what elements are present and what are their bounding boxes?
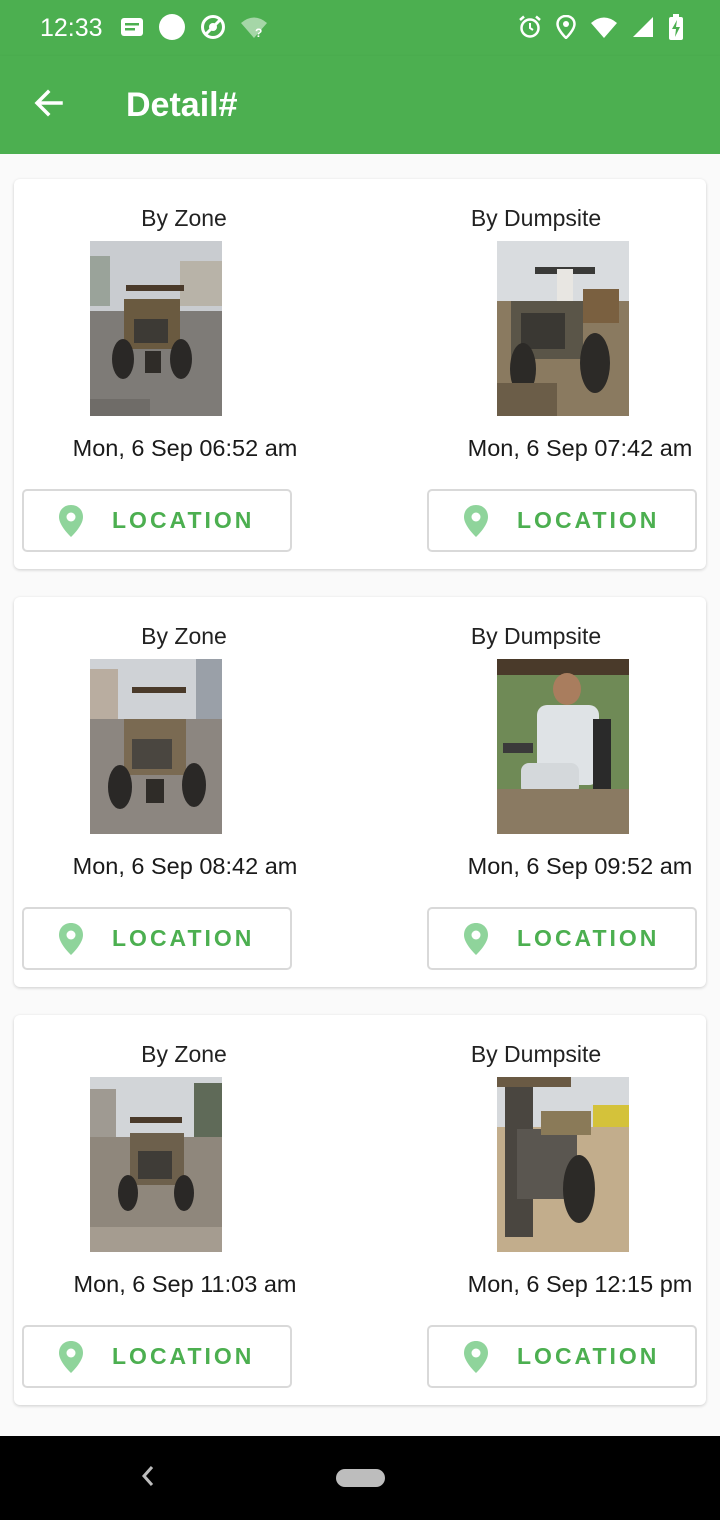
dumpsite-time: Mon, 6 Sep 12:15 pm [467, 1271, 693, 1297]
status-left-icons: ? [120, 13, 268, 46]
circle-icon [158, 13, 186, 46]
zone-time: Mon, 6 Sep 06:52 am [72, 435, 298, 461]
zone-location-button[interactable]: LOCATION [22, 907, 292, 970]
location-button-label: LOCATION [517, 925, 660, 951]
zone-time: Mon, 6 Sep 08:42 am [72, 853, 298, 879]
dumpsite-time: Mon, 6 Sep 07:42 am [467, 435, 693, 461]
location-icon [556, 14, 576, 44]
wifi-icon [590, 16, 618, 43]
record-card: By Zone Mon, 6 Sep 11:03 am LOCATION By … [14, 1015, 706, 1405]
zone-location-button[interactable]: LOCATION [22, 489, 292, 552]
zone-entry: By Zone Mon, 6 Sep 06:52 am LOCATION [14, 179, 354, 569]
map-pin-icon [463, 504, 491, 538]
sync-icon [200, 14, 226, 45]
dumpsite-photo[interactable] [497, 241, 629, 416]
map-pin-icon [58, 922, 86, 956]
battery-charging-icon [668, 13, 684, 45]
notification-icon [120, 16, 144, 43]
record-card: By Zone Mon, 6 Sep 08:42 am LOCATION By … [14, 597, 706, 987]
app-bar: Detail# [0, 56, 720, 154]
dumpsite-location-button[interactable]: LOCATION [427, 489, 697, 552]
zone-photo[interactable] [90, 241, 222, 416]
dumpsite-entry: By Dumpsite Mon, 6 Sep 07:42 am LOCATION [366, 179, 706, 569]
zone-photo[interactable] [90, 659, 222, 834]
map-pin-icon [58, 1340, 86, 1374]
status-time: 12:33 [40, 14, 103, 42]
location-button-label: LOCATION [112, 1343, 255, 1369]
signal-icon [632, 16, 654, 43]
zone-label: By Zone [141, 205, 227, 231]
dumpsite-label: By Dumpsite [470, 623, 602, 649]
record-card: By Zone Mon, 6 Sep 06:52 am LOCATION By … [14, 179, 706, 569]
zone-entry: By Zone Mon, 6 Sep 11:03 am LOCATION [14, 1015, 354, 1405]
zone-label: By Zone [141, 623, 227, 649]
location-button-label: LOCATION [112, 925, 255, 951]
record-list[interactable]: By Zone Mon, 6 Sep 06:52 am LOCATION By … [0, 154, 720, 1436]
zone-time: Mon, 6 Sep 11:03 am [73, 1271, 297, 1297]
wifi-question-icon: ? [240, 15, 268, 44]
dumpsite-photo[interactable] [497, 1077, 629, 1252]
status-bar: 12:33 ? [0, 0, 720, 56]
page-title: Detail# [126, 86, 238, 124]
dumpsite-time: Mon, 6 Sep 09:52 am [467, 853, 693, 879]
dumpsite-label: By Dumpsite [470, 1041, 602, 1067]
map-pin-icon [463, 1340, 491, 1374]
nav-home-button[interactable] [336, 1469, 385, 1487]
location-button-label: LOCATION [112, 507, 255, 533]
svg-text:?: ? [255, 26, 262, 39]
map-pin-icon [463, 922, 491, 956]
dumpsite-location-button[interactable]: LOCATION [427, 1325, 697, 1388]
chevron-left-icon [140, 1465, 156, 1492]
location-button-label: LOCATION [517, 1343, 660, 1369]
map-pin-icon [58, 504, 86, 538]
zone-label: By Zone [141, 1041, 227, 1067]
zone-photo[interactable] [90, 1077, 222, 1252]
navigation-bar [0, 1436, 720, 1520]
dumpsite-entry: By Dumpsite Mon, 6 Sep 12:15 pm LOCATION [366, 1015, 706, 1405]
dumpsite-photo[interactable] [497, 659, 629, 834]
back-button[interactable] [28, 84, 70, 126]
dumpsite-location-button[interactable]: LOCATION [427, 907, 697, 970]
arrow-back-icon [33, 87, 65, 124]
status-right-icons [518, 13, 684, 45]
zone-entry: By Zone Mon, 6 Sep 08:42 am LOCATION [14, 597, 354, 987]
zone-location-button[interactable]: LOCATION [22, 1325, 292, 1388]
location-button-label: LOCATION [517, 507, 660, 533]
dumpsite-label: By Dumpsite [470, 205, 602, 231]
alarm-icon [518, 15, 542, 44]
nav-back-button[interactable] [134, 1462, 162, 1494]
dumpsite-entry: By Dumpsite Mon, 6 Sep 09:52 am LOCATION [366, 597, 706, 987]
